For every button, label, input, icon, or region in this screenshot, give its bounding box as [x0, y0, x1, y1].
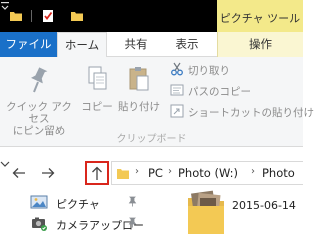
pin-icon — [31, 67, 48, 93]
copy-label: コピー — [81, 101, 113, 113]
tab-home[interactable]: ホーム — [57, 32, 107, 58]
pin-to-quick-access-button[interactable]: クイック アクセス にピン留め — [2, 65, 76, 137]
up-button[interactable] — [85, 161, 109, 185]
folder-thumbnail-icon[interactable] — [186, 188, 226, 234]
up-arrow-icon — [92, 166, 102, 180]
clipboard-group-label: クリップボード — [116, 134, 187, 145]
folder-icon — [117, 169, 129, 179]
paste-label: 貼り付け — [118, 101, 160, 113]
clipboard-icon — [129, 67, 149, 91]
back-arrow-icon[interactable] — [12, 166, 26, 180]
tab-manage[interactable]: 操作 — [217, 32, 303, 57]
picture-tools-context-header: ピクチャ ツール — [217, 0, 303, 32]
sidebar-item-camera-uploads[interactable]: カメラアップロー — [30, 213, 144, 233]
picture-tools-label: ピクチャ ツール — [219, 12, 301, 25]
address-bar[interactable]: › PC › Photo (W:) › Photo — [111, 161, 303, 185]
pin-icon[interactable] — [128, 196, 137, 207]
properties-icon[interactable] — [41, 9, 55, 23]
breadcrumb-separator[interactable]: › — [168, 166, 172, 177]
pictures-icon — [30, 195, 48, 209]
breadcrumb-separator[interactable]: › — [251, 166, 255, 177]
ribbon-tabs: ファイル ホーム 共有 表示 操作 — [0, 32, 303, 58]
explorer-content: ピクチャ カメラアップロー 2015-06-14 — [0, 188, 303, 242]
file-name-label[interactable]: 2015-06-14 — [232, 199, 296, 212]
copy-path-icon — [170, 84, 184, 96]
forward-arrow-icon[interactable] — [41, 166, 55, 180]
pin-icon[interactable] — [128, 217, 137, 228]
breadcrumb-separator[interactable]: › — [135, 166, 139, 177]
camera-upload-icon — [32, 217, 47, 231]
scissors-icon — [171, 62, 183, 76]
ribbon-panel: クイック アクセス にピン留め コピー 貼り付け 切り取り パスのコピー ショー… — [0, 57, 314, 147]
paste-button[interactable]: 貼り付け — [118, 65, 160, 113]
new-folder-icon[interactable] — [70, 9, 84, 23]
ribbon-spacer — [0, 148, 303, 158]
qat-separator — [31, 10, 32, 22]
paste-shortcut-label: ショートカットの貼り付け — [188, 107, 314, 119]
sidebar-item-pictures[interactable]: ピクチャ — [30, 192, 142, 212]
breadcrumb-photo-folder[interactable]: Photo — [262, 166, 295, 180]
paste-shortcut-icon — [170, 104, 184, 118]
title-bar: ピクチャ ツール — [0, 0, 303, 32]
copy-icon — [88, 66, 107, 90]
recent-locations-chevron-icon[interactable] — [0, 160, 10, 168]
sidebar-item-label: ピクチャ — [56, 198, 100, 211]
folder-icon[interactable] — [9, 9, 23, 23]
breadcrumb-pc[interactable]: PC — [148, 166, 163, 180]
copy-button[interactable]: コピー — [80, 65, 114, 113]
cut-label: 切り取り — [188, 65, 230, 77]
copy-path-label: パスのコピー — [188, 86, 251, 98]
breadcrumb-photo-drive[interactable]: Photo (W:) — [178, 166, 238, 180]
navigation-bar: › PC › Photo (W:) › Photo — [0, 158, 303, 188]
tab-share[interactable]: 共有 — [112, 32, 160, 57]
tab-file[interactable]: ファイル — [0, 32, 57, 57]
tab-view[interactable]: 表示 — [163, 32, 211, 57]
pin-label-line1: クイック アクセス — [6, 101, 72, 125]
